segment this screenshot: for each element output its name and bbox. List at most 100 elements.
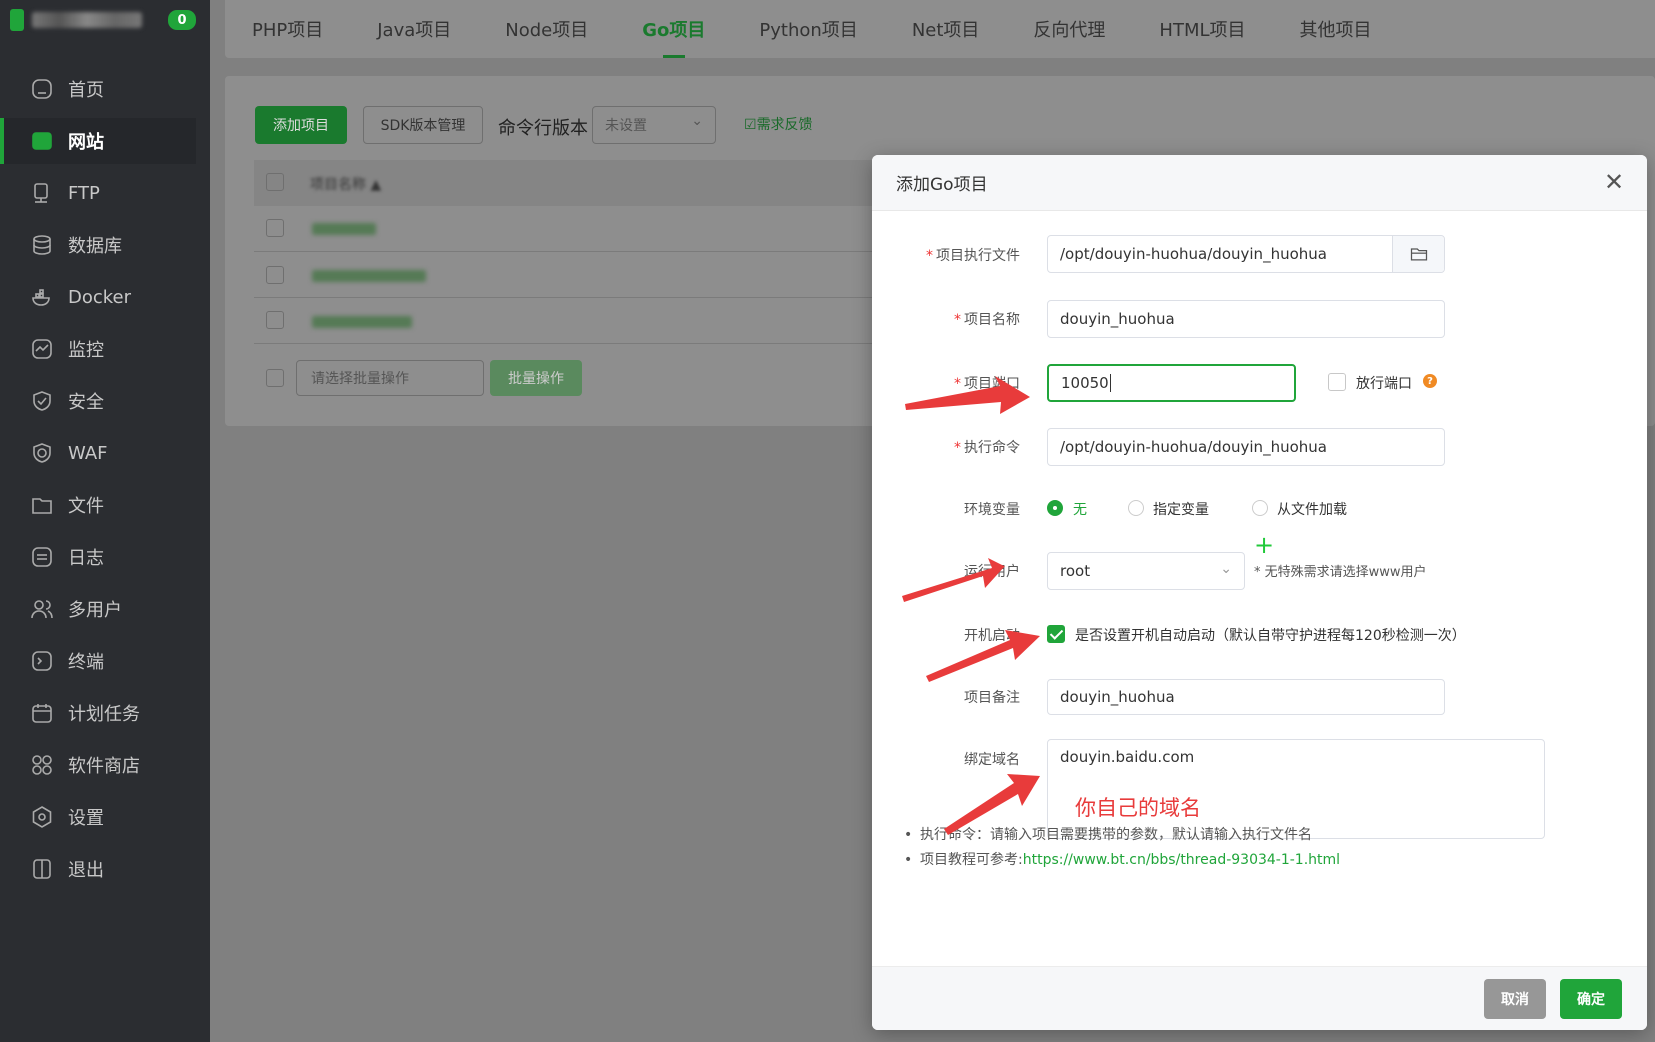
tab-php[interactable]: PHP项目	[252, 0, 323, 58]
column-header-name[interactable]: 项目名称 ▲	[310, 174, 381, 194]
sidebar: 0 首页 网站 FTP 数据库 Docker 监控 安全 WAF 文件 日志 多…	[0, 0, 210, 1042]
env-radio-specify[interactable]	[1128, 500, 1144, 516]
port-input[interactable]: 10050	[1047, 364, 1296, 402]
tab-java[interactable]: Java项目	[377, 0, 451, 58]
tab-net[interactable]: Net项目	[912, 0, 980, 58]
autostart-checkbox[interactable]	[1047, 625, 1065, 643]
sidebar-item-website[interactable]: 网站	[0, 118, 196, 164]
row-checkbox[interactable]	[266, 311, 284, 329]
sidebar-item-cron[interactable]: 计划任务	[0, 690, 196, 736]
select-all-checkbox[interactable]	[266, 173, 284, 191]
tab-html[interactable]: HTML项目	[1159, 0, 1245, 58]
globe-icon	[30, 129, 54, 153]
run-user-value: root	[1060, 562, 1091, 580]
command-label: * 执行命令	[954, 440, 1020, 456]
terminal-icon	[30, 649, 54, 673]
batch-select[interactable]: 请选择批量操作	[296, 360, 484, 396]
sidebar-item-docker[interactable]: Docker	[0, 274, 196, 320]
sidebar-item-label: 软件商店	[68, 756, 140, 777]
sidebar-item-label: 终端	[68, 652, 104, 673]
sidebar-item-monitor[interactable]: 监控	[0, 326, 196, 372]
help-icon[interactable]: ?	[1423, 374, 1437, 388]
sidebar-item-files[interactable]: 文件	[0, 482, 196, 528]
confirm-button[interactable]: 确定	[1560, 979, 1622, 1019]
exec-file-value: /opt/douyin-huohua/douyin_huohua	[1060, 245, 1327, 263]
run-user-hint: * 无特殊需求请选择www用户	[1254, 565, 1427, 580]
exec-file-label: * 项目执行文件	[926, 248, 1020, 264]
sidebar-item-logs[interactable]: 日志	[0, 534, 196, 580]
tip-item: 项目教程可参考:https://www.bt.cn/bbs/thread-930…	[904, 848, 1340, 873]
name-value: douyin_huohua	[1060, 310, 1175, 328]
tab-go[interactable]: Go项目	[642, 0, 705, 58]
sidebar-header: 0	[0, 0, 210, 40]
name-input[interactable]: douyin_huohua	[1047, 300, 1445, 338]
run-user-label: 运行用户	[964, 564, 1020, 580]
close-icon[interactable]: ✕	[1601, 169, 1627, 195]
sidebar-item-label: 网站	[68, 132, 104, 153]
tab-python[interactable]: Python项目	[759, 0, 857, 58]
sidebar-item-label: 退出	[68, 860, 104, 881]
sidebar-item-users[interactable]: 多用户	[0, 586, 196, 632]
open-port-checkbox[interactable]	[1328, 373, 1346, 391]
sidebar-item-label: FTP	[68, 182, 100, 204]
tutorial-link[interactable]: https://www.bt.cn/bbs/thread-93034-1-1.h…	[1023, 852, 1340, 868]
chevron-down-icon: ⌄	[1220, 561, 1232, 577]
users-icon	[30, 597, 54, 621]
browse-folder-button[interactable]	[1392, 236, 1444, 272]
sidebar-item-label: 多用户	[68, 600, 122, 621]
remark-input[interactable]: douyin_huohua	[1047, 679, 1445, 715]
env-option-none: 无	[1073, 502, 1087, 518]
feedback-link[interactable]: ☑需求反馈	[744, 114, 813, 134]
monitor-icon	[30, 337, 54, 361]
sidebar-item-label: 数据库	[68, 236, 122, 257]
notification-badge[interactable]: 0	[168, 10, 196, 30]
cancel-button[interactable]: 取消	[1484, 979, 1546, 1019]
cli-version-select[interactable]: 未设置	[592, 106, 716, 144]
tab-node[interactable]: Node项目	[505, 0, 588, 58]
dialog-header: 添加Go项目 ✕	[872, 155, 1647, 211]
folder-open-icon	[1410, 248, 1427, 261]
row-name-blurred	[312, 316, 412, 328]
command-input[interactable]: /opt/douyin-huohua/douyin_huohua	[1047, 428, 1445, 466]
sidebar-item-terminal[interactable]: 终端	[0, 638, 196, 684]
sdk-version-button[interactable]: SDK版本管理	[363, 106, 483, 144]
sidebar-item-label: 计划任务	[68, 704, 140, 725]
env-radio-file[interactable]	[1252, 500, 1268, 516]
remark-label: 项目备注	[964, 690, 1020, 706]
sidebar-item-store[interactable]: 软件商店	[0, 742, 196, 788]
sidebar-item-security[interactable]: 安全	[0, 378, 196, 424]
dialog-title: 添加Go项目	[896, 175, 988, 195]
docker-icon	[30, 285, 54, 309]
project-tabs: PHP项目 Java项目 Node项目 Go项目 Python项目 Net项目 …	[225, 0, 1655, 58]
column-header-label: 项目名称	[310, 177, 366, 193]
row-checkbox[interactable]	[266, 219, 284, 237]
sidebar-item-ftp[interactable]: FTP	[0, 170, 196, 216]
sidebar-item-waf[interactable]: WAF	[0, 430, 196, 476]
logout-icon	[30, 857, 54, 881]
batch-button[interactable]: 批量操作	[490, 360, 582, 396]
sidebar-item-database[interactable]: 数据库	[0, 222, 196, 268]
tab-other[interactable]: 其他项目	[1300, 0, 1372, 58]
row-name-blurred	[312, 223, 376, 235]
autostart-text: 是否设置开机自动启动（默认自带守护进程每120秒检测一次）	[1075, 628, 1466, 644]
port-value: 10050	[1061, 374, 1109, 392]
sidebar-item-logout[interactable]: 退出	[0, 846, 196, 892]
add-user-icon[interactable]: +	[1254, 533, 1274, 557]
tips-list: 执行命令：请输入项目需要携带的参数，默认请输入执行文件名 项目教程可参考:htt…	[904, 823, 1340, 873]
add-project-button[interactable]: 添加项目	[255, 106, 347, 144]
row-checkbox[interactable]	[266, 266, 284, 284]
sidebar-item-label: WAF	[68, 442, 108, 464]
sidebar-item-settings[interactable]: 设置	[0, 794, 196, 840]
batch-checkbox[interactable]	[266, 369, 284, 387]
env-radio-none[interactable]	[1047, 500, 1063, 516]
home-icon	[30, 77, 54, 101]
domain-value: douyin.baidu.com	[1060, 748, 1195, 766]
env-option-specify: 指定变量	[1153, 502, 1209, 518]
run-user-select[interactable]: root ⌄	[1047, 552, 1245, 590]
sidebar-item-home[interactable]: 首页	[0, 66, 196, 112]
sidebar-item-label: 首页	[68, 80, 104, 101]
exec-file-input[interactable]: /opt/douyin-huohua/douyin_huohua	[1047, 235, 1445, 273]
ftp-icon	[30, 181, 54, 205]
tab-reverse-proxy[interactable]: 反向代理	[1033, 0, 1105, 58]
add-go-project-dialog: 添加Go项目 ✕ * 项目执行文件 /opt/douyin-huohua/douy…	[872, 155, 1647, 1030]
